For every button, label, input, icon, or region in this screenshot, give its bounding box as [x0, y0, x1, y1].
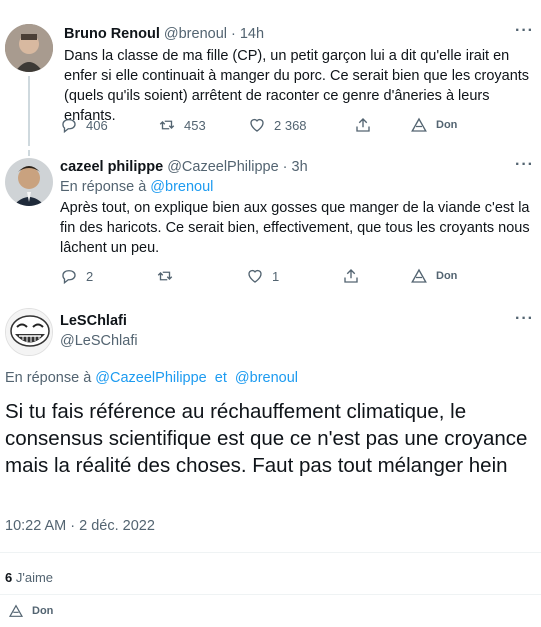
like-label: J'aime [15, 570, 54, 585]
don-label: Don [436, 270, 458, 282]
tweet-header: Bruno Renoul @brenoul · 14h [64, 26, 264, 42]
tweet-header: cazeel philippe @CazeelPhilippe · 3h [60, 159, 308, 175]
tip-icon [411, 268, 427, 283]
likes-summary[interactable]: 6 J'aime [5, 570, 53, 585]
tweet-1[interactable]: Bruno Renoul @brenoul · 14h ··· Dans la … [0, 0, 541, 150]
reply-icon [62, 119, 76, 134]
divider [0, 552, 541, 553]
don-label: Don [436, 119, 458, 131]
reply-count: 2 [86, 268, 94, 284]
like-count: 1 [272, 268, 280, 284]
reply-handle-link-2[interactable]: @brenoul [235, 370, 298, 386]
reply-handle-link[interactable]: @brenoul [150, 179, 213, 195]
tweet-text: Dans la classe de ma fille (CP), un peti… [64, 48, 530, 124]
reply-and: et [214, 370, 227, 386]
author-handle[interactable]: @LeSChlafi [60, 333, 138, 349]
author-name[interactable]: Bruno Renoul [64, 26, 160, 42]
heart-icon [248, 269, 262, 283]
reply-button[interactable]: 2 [60, 267, 93, 285]
like-button[interactable]: 2 368 [248, 116, 307, 134]
thread-line [28, 150, 30, 156]
tweet-actions: 2 1 Don [60, 267, 530, 287]
avatar[interactable] [5, 308, 53, 356]
avatar[interactable] [5, 24, 53, 72]
tweet-text: Après tout, on explique bien aux gosses … [60, 200, 530, 256]
main-author-name: LeSChlafi [60, 313, 127, 329]
reply-icon [62, 270, 76, 285]
more-options-icon[interactable]: ··· [515, 156, 534, 174]
share-button[interactable] [354, 116, 372, 134]
author-name[interactable]: cazeel philippe [60, 159, 163, 175]
heart-icon [250, 118, 264, 132]
tweet-time[interactable]: · 3h [283, 159, 308, 175]
main-tweet-text: Si tu fais référence au réchauffement cl… [5, 400, 528, 477]
tweet-time[interactable]: · 14h [231, 26, 264, 42]
reply-prefix: En réponse à [5, 370, 92, 386]
retweet-icon [157, 271, 173, 281]
reply-prefix: En réponse à [60, 179, 147, 195]
reply-button[interactable]: 406 [60, 116, 108, 134]
don-button[interactable]: Don [8, 603, 53, 619]
main-author-handle-line: @LeSChlafi [60, 333, 138, 349]
like-count: 2 368 [274, 117, 307, 133]
thread-line [28, 76, 30, 146]
reply-context: En réponse à @brenoul [60, 179, 213, 195]
tweet-2[interactable]: cazeel philippe @CazeelPhilippe · 3h ···… [0, 150, 541, 300]
tweet-timestamp[interactable]: 10:22 AM · 2 déc. 2022 [5, 518, 155, 534]
don-button[interactable]: Don [410, 116, 457, 134]
retweet-count: 453 [184, 117, 206, 133]
share-icon [356, 118, 370, 132]
divider [0, 594, 541, 595]
share-icon [344, 269, 358, 283]
don-label: Don [32, 605, 54, 617]
reply-context: En réponse à @CazeelPhilippe et @brenoul [5, 370, 298, 386]
more-options-icon[interactable]: ··· [515, 310, 534, 328]
retweet-button[interactable] [156, 267, 182, 285]
share-button[interactable] [342, 267, 360, 285]
tip-icon [411, 117, 427, 132]
tweet-actions: 406 453 2 368 Don [60, 116, 530, 136]
reply-handle-link-1[interactable]: @CazeelPhilippe [95, 370, 206, 386]
like-button[interactable]: 1 [246, 267, 279, 285]
reply-count: 406 [86, 117, 108, 133]
don-button[interactable]: Don [410, 267, 457, 285]
more-options-icon[interactable]: ··· [515, 22, 534, 40]
like-count: 6 [5, 570, 13, 585]
tip-icon [8, 604, 24, 617]
author-handle[interactable]: @CazeelPhilippe [167, 159, 278, 175]
retweet-icon [159, 120, 175, 130]
retweet-button[interactable]: 453 [158, 116, 206, 134]
author-handle[interactable]: @brenoul [164, 26, 227, 42]
avatar[interactable] [5, 158, 53, 206]
author-name[interactable]: LeSChlafi [60, 313, 127, 329]
